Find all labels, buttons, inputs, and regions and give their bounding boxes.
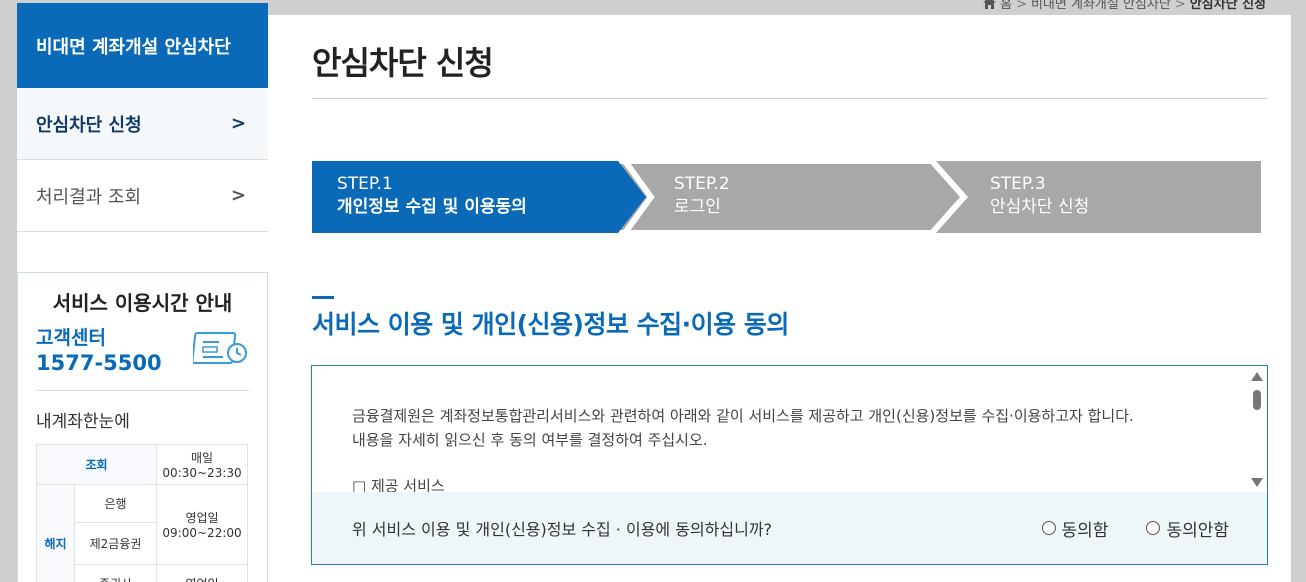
disagree-radio[interactable]: 동의안함 — [1146, 516, 1229, 541]
breadcrumb: 홈 > 비대면 계좌개설 안심차단 > 안심차단 신청 — [983, 0, 1266, 12]
table-cell: 매일 00:30~23:30 — [156, 444, 248, 485]
table-cell-line: 매일 — [190, 451, 214, 465]
customer-center-label: 고객센터 — [36, 327, 106, 349]
table-cell: 조회 — [35, 444, 158, 485]
customer-center: 고객센터 1577-5500 — [36, 326, 249, 391]
terms-box: 금융결제원은 계좌정보통합관리서비스와 관련하여 아래와 같이 서비스를 제공하… — [311, 365, 1268, 565]
consent-row: 위 서비스 이용 및 개인(신용)정보 수집 · 이용에 동의하십니까? 동의함… — [312, 492, 1267, 564]
breadcrumb-separator: > — [1174, 0, 1186, 12]
scroll-thumb[interactable] — [1253, 390, 1261, 410]
breadcrumb-separator: > — [1016, 0, 1027, 12]
sidebar-item-label: 처리결과 조회 — [36, 186, 142, 208]
step-2: STEP.2 로그인 — [674, 173, 730, 219]
chevron-right-icon: > — [230, 185, 246, 206]
step-label: 개인정보 수집 및 이용동의 — [337, 197, 527, 217]
breadcrumb-home[interactable]: 홈 — [1000, 0, 1012, 12]
agree-radio[interactable]: 동의함 — [1041, 516, 1109, 541]
table-cell: 영업일 — [156, 564, 248, 582]
terms-paragraph: 내용을 자세히 읽으신 후 동의 여부를 결정하여 주십시오. — [352, 431, 708, 449]
consent-question: 위 서비스 이용 및 개인(신용)정보 수집 · 이용에 동의하십니까? — [352, 520, 773, 539]
sidebar: 비대면 계좌개설 안심차단 안심차단 신청 > 처리결과 조회 > — [17, 3, 268, 232]
sidebar-item-result-inquiry[interactable]: 처리결과 조회 > — [17, 160, 268, 232]
step-number: STEP.3 — [990, 174, 1046, 194]
table-row: 조회 매일 00:30~23:30 — [35, 444, 248, 485]
step-1: STEP.1 개인정보 수집 및 이용동의 — [337, 173, 527, 219]
home-icon[interactable] — [983, 0, 997, 9]
chevron-right-icon: > — [230, 113, 246, 134]
step-number: STEP.2 — [674, 174, 730, 194]
account-at-a-glance-label: 내계좌한눈에 — [36, 412, 130, 432]
page-title: 안심차단 신청 — [312, 44, 494, 82]
radio-circle-icon[interactable] — [1041, 521, 1056, 535]
sidebar-header: 비대면 계좌개설 안심차단 — [17, 3, 268, 88]
scroll-up-arrow-icon[interactable] — [1251, 372, 1263, 381]
step-indicator: STEP.1 개인정보 수집 및 이용동의 STEP.2 로그인 STEP.3 … — [312, 161, 1261, 233]
terms-text: 금융결제원은 계좌정보통합관리서비스와 관련하여 아래와 같이 서비스를 제공하… — [352, 404, 1232, 498]
disagree-radio-label[interactable]: 동의안함 — [1166, 516, 1229, 541]
section-title: 서비스 이용 및 개인(신용)정보 수집·이용 동의 — [312, 310, 789, 339]
customer-center-number: 1577-5500 — [36, 351, 162, 375]
breadcrumb-current: 안심차단 신청 — [1189, 0, 1266, 12]
table-cell: 증권사 — [73, 564, 158, 582]
table-cell: 영업일 09:00~22:00 — [156, 484, 248, 565]
terms-paragraph: 금융결제원은 계좌정보통합관리서비스와 관련하여 아래와 같이 서비스를 제공하… — [352, 407, 1134, 425]
agree-radio-label[interactable]: 동의함 — [1062, 516, 1109, 541]
scroll-down-arrow-icon[interactable] — [1251, 478, 1263, 487]
calendar-clock-icon — [193, 332, 247, 364]
breadcrumb-item[interactable]: 비대면 계좌개설 안심차단 — [1031, 0, 1171, 12]
sidebar-item-label: 안심차단 신청 — [36, 114, 142, 136]
table-cell: 제2금융권 — [73, 522, 158, 565]
step-label: 안심차단 신청 — [990, 197, 1090, 217]
table-cell-line: 영업일 — [185, 511, 219, 525]
title-divider — [312, 98, 1268, 99]
service-hours-title: 서비스 이용시간 안내 — [52, 291, 233, 315]
table-cell: 해지 — [36, 484, 75, 582]
terms-scrollbar[interactable] — [1247, 366, 1267, 492]
service-hours-box: 서비스 이용시간 안내 고객센터 1577-5500 내계좌한눈에 조회 매일 — [17, 272, 268, 582]
sidebar-item-block-apply[interactable]: 안심차단 신청 > — [17, 88, 268, 160]
step-3: STEP.3 안심차단 신청 — [990, 173, 1089, 219]
app-window: 홈 > 비대면 계좌개설 안심차단 > 안심차단 신청 비대면 계좌개설 안심차단 안심… — [0, 0, 1306, 582]
section-accent-bar — [312, 296, 334, 299]
table-row: 해지 은행 영업일 09:00~22:00 — [36, 484, 248, 582]
table-cell-line: 09:00~22:00 — [162, 526, 242, 540]
radio-circle-icon[interactable] — [1146, 521, 1161, 535]
table-cell-line: 00:30~23:30 — [162, 466, 242, 480]
table-cell: 은행 — [73, 484, 158, 523]
step-number: STEP.1 — [337, 174, 393, 194]
service-hours-table: 조회 매일 00:30~23:30 해지 은행 영업일 09:00~22:00 … — [35, 444, 248, 582]
step-label: 로그인 — [674, 197, 721, 217]
